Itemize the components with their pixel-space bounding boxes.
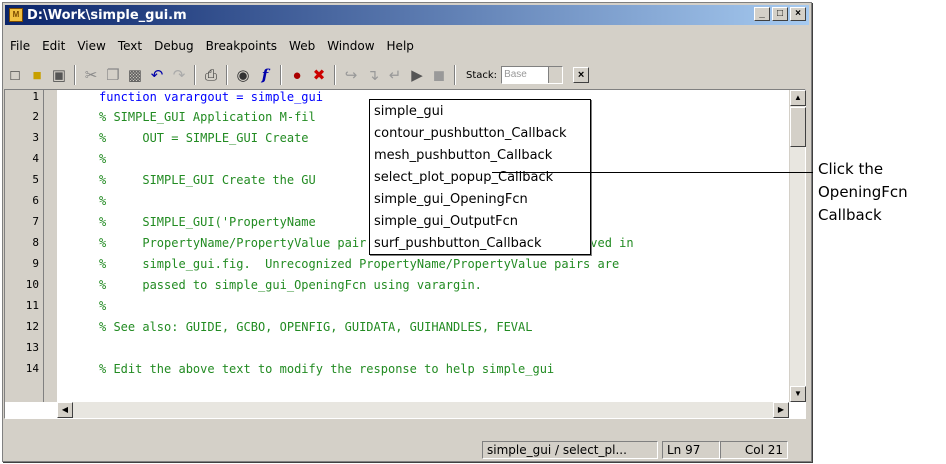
undo-icon[interactable]: ↶ — [146, 64, 168, 86]
toolbar-separator — [334, 65, 336, 85]
toolbar-separator — [74, 65, 76, 85]
callout-line-1: Click the — [818, 160, 884, 178]
minimize-button[interactable]: _ — [754, 7, 770, 21]
close-button[interactable]: × — [790, 7, 806, 21]
print-icon[interactable]: ⎙ — [200, 64, 222, 86]
scroll-thumb[interactable] — [790, 107, 806, 147]
code-line[interactable]: % SIMPLE_GUI Application M-fil — [99, 110, 316, 124]
chevron-down-icon[interactable] — [548, 67, 563, 83]
function-item[interactable]: contour_pushbutton_Callback — [374, 126, 567, 141]
redo-icon[interactable]: ↷ — [168, 64, 190, 86]
scroll-down-arrow-icon[interactable]: ▼ — [790, 386, 806, 402]
copy-icon[interactable]: ❐ — [102, 64, 124, 86]
save-icon[interactable]: ▣ — [48, 64, 70, 86]
callout-pointer-line — [492, 172, 813, 173]
scroll-right-arrow-icon[interactable]: ▶ — [773, 402, 789, 418]
menu-help[interactable]: Help — [381, 39, 420, 53]
toolbar-separator — [226, 65, 228, 85]
menu-breakpoints[interactable]: Breakpoints — [200, 39, 283, 53]
toolbar-separator — [280, 65, 282, 85]
code-line[interactable]: % simple_gui.fig. Unrecognized PropertyN… — [99, 257, 619, 271]
continue-icon[interactable]: ▶ — [406, 64, 428, 86]
line-number: 9 — [32, 257, 39, 270]
menu-text[interactable]: Text — [112, 39, 148, 53]
code-line[interactable]: % — [99, 152, 106, 166]
code-line[interactable]: function varargout = simple_gui — [99, 90, 323, 104]
paste-icon[interactable]: ▩ — [124, 64, 146, 86]
line-number: 1 — [32, 90, 39, 103]
cut-icon[interactable]: ✂ — [80, 64, 102, 86]
menu-view[interactable]: View — [71, 39, 111, 53]
menu-web[interactable]: Web — [283, 39, 321, 53]
toolbar-separator — [454, 65, 456, 85]
menu-window[interactable]: Window — [321, 39, 380, 53]
function-item[interactable]: surf_pushbutton_Callback — [374, 236, 541, 251]
line-number: 7 — [32, 215, 39, 228]
toolbar: □ ■ ▣ ✂ ❐ ▩ ↶ ↷ ⎙ ◉ f ● ✖ ↪ ↴ ↵ ▶ ◼ Stac… — [4, 62, 804, 88]
step-in-icon[interactable]: ↴ — [362, 64, 384, 86]
toolbar-separator — [194, 65, 196, 85]
function-item[interactable]: mesh_pushbutton_Callback — [374, 148, 552, 163]
code-line[interactable]: % See also: GUIDE, GCBO, OPENFIG, GUIDAT… — [99, 320, 532, 334]
line-number: 12 — [25, 320, 39, 333]
line-number: 8 — [32, 236, 39, 249]
scroll-up-arrow-icon[interactable]: ▲ — [790, 90, 806, 106]
menu-debug[interactable]: Debug — [148, 39, 199, 53]
function-icon[interactable]: f — [254, 64, 276, 86]
scroll-left-arrow-icon[interactable]: ◀ — [57, 402, 73, 418]
breakpoint-set-icon[interactable]: ● — [286, 64, 308, 86]
breakpoint-column[interactable] — [43, 90, 57, 402]
horizontal-scrollbar[interactable]: ◀ ▶ — [57, 402, 789, 418]
find-icon[interactable]: ◉ — [232, 64, 254, 86]
callout-annotation: Click the OpeningFcn Callback — [818, 158, 908, 227]
line-number: 14 — [25, 362, 39, 375]
line-number-gutter: 1 2 3 4 5 6 7 8 9 10 11 12 13 14 — [5, 90, 57, 402]
open-folder-icon[interactable]: ■ — [26, 64, 48, 86]
exit-debug-icon[interactable]: ◼ — [428, 64, 450, 86]
line-number: 3 — [32, 131, 39, 144]
step-out-icon[interactable]: ↵ — [384, 64, 406, 86]
callout-line-3: Callback — [818, 206, 882, 224]
matlab-editor-icon: M — [9, 8, 23, 22]
menu-bar: File Edit View Text Debug Breakpoints We… — [4, 36, 420, 56]
callout-line-2: OpeningFcn — [818, 183, 908, 201]
step-icon[interactable]: ↪ — [340, 64, 362, 86]
code-line[interactable]: % Edit the above text to modify the resp… — [99, 362, 554, 376]
line-number: 10 — [25, 278, 39, 291]
line-number: 4 — [32, 152, 39, 165]
maximize-button[interactable]: □ — [772, 7, 788, 21]
line-number: 2 — [32, 110, 39, 123]
status-bar: simple_gui / select_pl... Ln 97 Col 21 — [4, 440, 806, 460]
status-column: Col 21 — [720, 441, 788, 459]
stack-value: Base — [504, 69, 527, 80]
title-bar[interactable]: M D:\Work\simple_gui.m _ □ × — [5, 5, 809, 25]
function-item[interactable]: simple_gui_OutputFcn — [374, 214, 518, 229]
line-number: 5 — [32, 173, 39, 186]
menu-edit[interactable]: Edit — [36, 39, 71, 53]
code-line[interactable]: % passed to simple_gui_OpeningFcn using … — [99, 278, 482, 292]
line-number: 6 — [32, 194, 39, 207]
line-number: 11 — [25, 299, 39, 312]
status-function-context: simple_gui / select_pl... — [482, 441, 658, 459]
close-document-button[interactable]: × — [573, 67, 590, 83]
code-line[interactable]: % — [99, 194, 106, 208]
window-title: D:\Work\simple_gui.m — [27, 7, 187, 23]
line-number: 13 — [25, 341, 39, 354]
code-line[interactable]: % — [99, 299, 106, 313]
breakpoint-clear-icon[interactable]: ✖ — [308, 64, 330, 86]
menu-file[interactable]: File — [4, 39, 36, 53]
stack-label: Stack: — [466, 69, 498, 81]
function-item-opening-fcn[interactable]: simple_gui_OpeningFcn — [374, 192, 528, 207]
function-list-popup: simple_gui contour_pushbutton_Callback m… — [369, 99, 591, 255]
new-file-icon[interactable]: □ — [4, 64, 26, 86]
function-item[interactable]: simple_gui — [374, 104, 444, 119]
status-line: Ln 97 — [662, 441, 720, 459]
vertical-scrollbar[interactable]: ▲ ▼ — [789, 90, 806, 402]
stack-dropdown[interactable]: Base — [501, 66, 564, 84]
